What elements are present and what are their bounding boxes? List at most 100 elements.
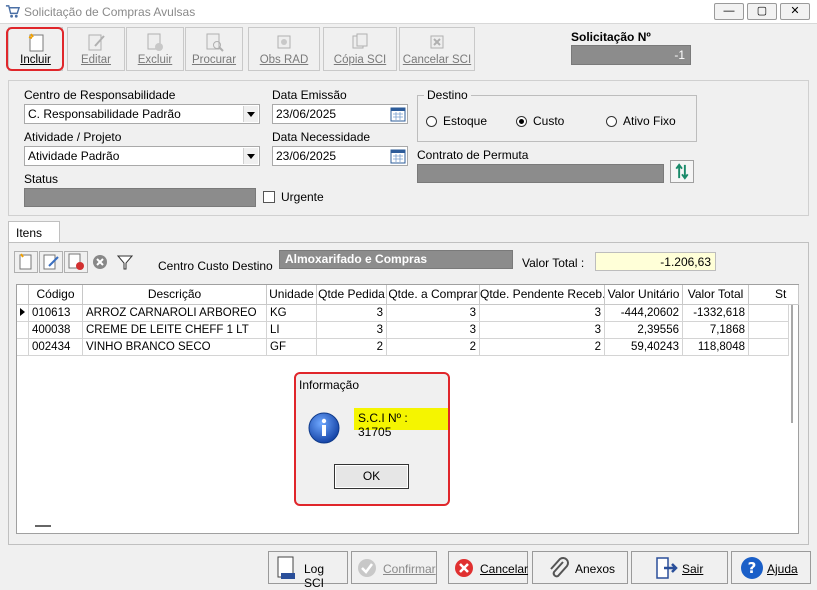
data-necessidade-label: Data Necessidade [272, 130, 371, 144]
table-row-3-qtde-comprar[interactable]: 2 [387, 339, 480, 356]
data-emissao-input[interactable]: 23/06/2025 [272, 104, 408, 124]
status-field [24, 188, 256, 207]
table-row-3-qtde-pendente[interactable]: 2 [480, 339, 605, 356]
search-icon [206, 33, 224, 52]
col-descricao[interactable]: Descrição [83, 285, 267, 305]
notes-icon [277, 35, 291, 49]
excluir-label: Excluir [137, 54, 173, 66]
col-valor-unitario[interactable]: Valor Unitário [605, 285, 683, 305]
atividade-select[interactable]: Atividade Padrão [24, 146, 260, 166]
data-emissao-label: Data Emissão [272, 88, 347, 102]
data-emissao-value: 23/06/2025 [276, 107, 337, 121]
close-window-button[interactable]: ✕ [780, 3, 810, 20]
copia-sci-button[interactable]: Cópia SCI [323, 27, 397, 71]
table-row-1-st[interactable] [749, 305, 789, 322]
incluir-highlight [6, 27, 64, 71]
table-row-2-qtde-pendente[interactable]: 3 [480, 322, 605, 339]
table-row-3-st[interactable] [749, 339, 789, 356]
table-row-2-codigo[interactable]: 400038 [29, 322, 83, 339]
col-qtde-comprar[interactable]: Qtde. a Comprar [387, 285, 480, 305]
valor-total-label: Valor Total : [522, 256, 585, 270]
table-row-1-unidade[interactable]: KG [267, 305, 317, 322]
horizontal-scrollbar[interactable] [35, 525, 51, 527]
table-row-1-valor-unitario[interactable]: -444,20602 [605, 305, 683, 322]
table-row-2-st[interactable] [749, 322, 789, 339]
title-bar: Solicitação de Compras Avulsas — ▢ ✕ [0, 0, 817, 24]
edit-item-button[interactable] [39, 251, 63, 273]
vertical-scrollbar[interactable] [791, 305, 793, 423]
add-item-button[interactable] [14, 251, 38, 273]
tab-itens[interactable]: Itens [8, 221, 60, 243]
valor-total-value: -1.206,63 [595, 252, 716, 271]
anexos-button[interactable]: Anexos [532, 551, 628, 584]
table-row-1-qtde-pendente[interactable]: 3 [480, 305, 605, 322]
chevron-down-icon [243, 148, 258, 164]
confirm-check-icon [358, 559, 376, 577]
table-row-3-qtde-pedida[interactable]: 2 [317, 339, 387, 356]
cancel-item-icon[interactable] [92, 254, 108, 270]
centro-select[interactable]: C. Responsabilidade Padrão [24, 104, 260, 124]
table-row-2-valor-unitario[interactable]: 2,39556 [605, 322, 683, 339]
table-row-2-qtde-comprar[interactable]: 3 [387, 322, 480, 339]
cancel-icon [455, 559, 473, 577]
urgente-label: Urgente [281, 190, 324, 204]
contrato-sort-button[interactable] [670, 160, 694, 183]
cancelar-sci-button[interactable]: Cancelar SCI [399, 27, 475, 71]
maximize-icon: ▢ [756, 5, 768, 17]
edit-icon [88, 34, 105, 51]
centro-custo-value: Almoxarifado e Compras [279, 250, 513, 269]
calendar-icon[interactable] [390, 106, 406, 122]
col-qtde-pendente[interactable]: Qtde. Pendente Receb. [480, 285, 605, 305]
table-row-1-qtde-comprar[interactable]: 3 [387, 305, 480, 322]
log-document-icon [277, 556, 295, 579]
table-row-3-valor-unitario[interactable]: 59,40243 [605, 339, 683, 356]
urgente-checkbox[interactable] [263, 191, 275, 203]
row-indicator [17, 305, 29, 322]
table-row-3-descricao[interactable]: VINHO BRANCO SECO [83, 339, 267, 356]
table-row-1-descricao[interactable]: ARROZ CARNAROLI ARBOREO [83, 305, 267, 322]
sair-button[interactable]: Sair [631, 551, 728, 584]
minimize-button[interactable]: — [714, 3, 744, 20]
radio-ativo-fixo-label: Ativo Fixo [623, 114, 676, 128]
calendar-icon[interactable] [390, 148, 406, 164]
excluir-button[interactable]: Excluir [126, 27, 184, 71]
procurar-button[interactable]: Procurar [185, 27, 243, 71]
swap-arrows-icon [675, 163, 689, 180]
ajuda-label: Ajuda [767, 562, 798, 576]
table-row-1-valor-total[interactable]: -1332,618 [683, 305, 749, 322]
delete-document-icon [68, 253, 84, 270]
table-row-2-qtde-pedida[interactable]: 3 [317, 322, 387, 339]
cancel-document-icon [430, 35, 444, 49]
delete-item-button[interactable] [64, 251, 88, 273]
log-sci-button[interactable]: Log SCI [268, 551, 348, 590]
table-row-3-unidade[interactable]: GF [267, 339, 317, 356]
table-row-2-unidade[interactable]: LI [267, 322, 317, 339]
dialog-title: Informação [299, 378, 360, 392]
editar-button[interactable]: Editar [67, 27, 125, 71]
obs-rad-button[interactable]: Obs RAD [248, 27, 320, 71]
cancelar-button[interactable]: Cancelar [448, 551, 528, 584]
confirmar-button[interactable]: Confirmar [351, 551, 437, 584]
col-valor-total[interactable]: Valor Total [683, 285, 749, 305]
copia-sci-label: Cópia SCI [333, 54, 387, 66]
radio-custo[interactable] [516, 116, 527, 127]
filter-icon[interactable] [117, 253, 133, 271]
table-row-2-descricao[interactable]: CREME DE LEITE CHEFF 1 LT [83, 322, 267, 339]
paperclip-icon [550, 557, 569, 578]
confirmar-label: Confirmar [383, 562, 436, 576]
ajuda-button[interactable]: ? Ajuda [731, 551, 811, 584]
table-row-3-codigo[interactable]: 002434 [29, 339, 83, 356]
radio-estoque[interactable] [426, 116, 437, 127]
col-st[interactable]: St [749, 285, 799, 305]
table-row-3-valor-total[interactable]: 118,8048 [683, 339, 749, 356]
data-necessidade-input[interactable]: 23/06/2025 [272, 146, 408, 166]
table-row-1-codigo[interactable]: 010613 [29, 305, 83, 322]
table-row-1-qtde-pedida[interactable]: 3 [317, 305, 387, 322]
radio-ativo-fixo[interactable] [606, 116, 617, 127]
col-unidade[interactable]: Unidade [267, 285, 317, 305]
maximize-button[interactable]: ▢ [747, 3, 777, 20]
dialog-ok-button[interactable]: OK [334, 464, 409, 489]
col-codigo[interactable]: Código [29, 285, 83, 305]
col-qtde-pedida[interactable]: Qtde Pedida [317, 285, 387, 305]
table-row-2-valor-total[interactable]: 7,1868 [683, 322, 749, 339]
